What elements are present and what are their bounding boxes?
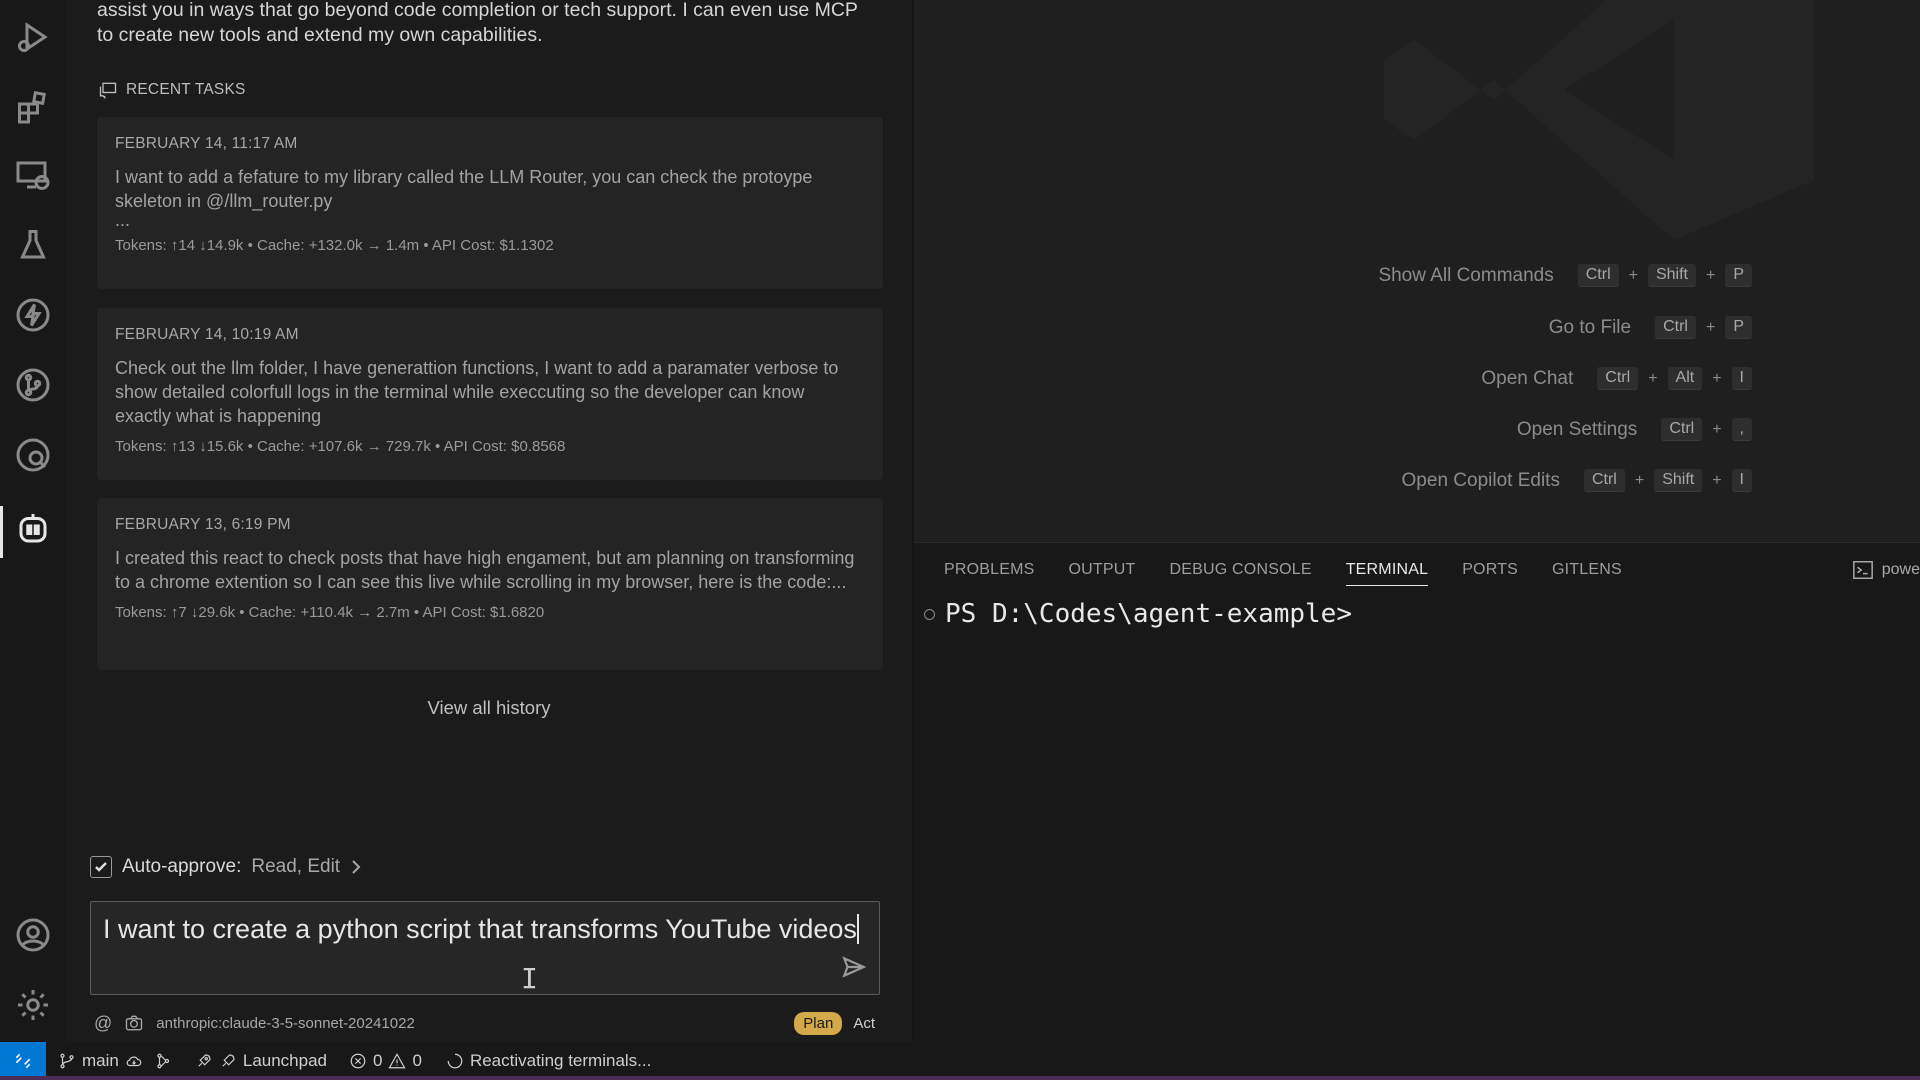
checkmark-icon xyxy=(95,862,107,872)
git-graph-icon xyxy=(157,1053,169,1069)
git-graph-button[interactable] xyxy=(155,1052,173,1070)
testing-flask-icon[interactable] xyxy=(12,224,54,266)
recent-tasks-heading: RECENT TASKS xyxy=(98,80,246,100)
terminal-prompt[interactable]: PS D:\Codes\agent-example> xyxy=(924,599,1352,629)
panel-tabs: PROBLEMS OUTPUT DEBUG CONSOLE TERMINAL P… xyxy=(944,561,1622,586)
task-text: Check out the llm folder, I have generat… xyxy=(115,358,839,426)
gitlens-inspect-icon[interactable] xyxy=(12,434,54,476)
task-text: I created this react to check posts that… xyxy=(115,548,855,592)
remote-indicator[interactable] xyxy=(0,1042,46,1080)
sync-cloud-icon[interactable] xyxy=(125,1052,143,1070)
account-icon[interactable] xyxy=(12,914,54,956)
shortcut-open-chat[interactable]: Open Chat Ctrl + Alt + I xyxy=(1481,367,1752,390)
chevron-right-icon[interactable] xyxy=(350,859,362,875)
task-meta: Tokens: ↑13 ↓15.6k • Cache: +107.6k → 72… xyxy=(115,438,566,455)
terminal-status: Reactivating terminals... xyxy=(446,1051,651,1071)
model-selector[interactable]: anthropic:claude-3-5-sonnet-20241022 xyxy=(156,1015,415,1032)
auto-approve-label: Auto-approve: xyxy=(122,856,242,877)
lightning-icon[interactable] xyxy=(12,294,54,336)
history-chat-icon xyxy=(99,82,117,100)
task-meta: Tokens: ↑7 ↓29.6k • Cache: +110.4k → 2.7… xyxy=(115,604,545,621)
terminal-panel: PROBLEMS OUTPUT DEBUG CONSOLE TERMINAL P… xyxy=(914,542,1920,1043)
task-card[interactable]: FEBRUARY 14, 10:19 AM Check out the llm … xyxy=(97,308,883,480)
task-date: FEBRUARY 13, 6:19 PM xyxy=(115,516,291,533)
launchpad-button[interactable]: Launchpad xyxy=(195,1051,327,1071)
chat-input[interactable]: I want to create a python script that tr… xyxy=(90,901,880,995)
chat-input-toolbar: @ anthropic:claude-3-5-sonnet-20241022 P… xyxy=(94,1008,884,1038)
tab-problems[interactable]: PROBLEMS xyxy=(944,561,1035,586)
tab-gitlens[interactable]: GITLENS xyxy=(1552,561,1622,586)
act-mode-button[interactable]: Act xyxy=(844,1012,884,1035)
text-cursor-icon: I xyxy=(521,962,538,995)
remote-explorer-icon[interactable] xyxy=(12,154,54,196)
settings-gear-icon[interactable] xyxy=(12,984,54,1026)
task-ellipsis: ... xyxy=(115,210,131,230)
view-all-history-link[interactable]: View all history xyxy=(66,697,912,719)
terminal-icon xyxy=(1852,561,1873,579)
intro-text: assist you in ways that go beyond code c… xyxy=(97,0,858,46)
tab-ports[interactable]: PORTS xyxy=(1462,561,1518,586)
editor-welcome: Show All Commands Ctrl + Shift + P Go to F… xyxy=(914,0,1920,542)
task-date: FEBRUARY 14, 11:17 AM xyxy=(115,135,298,152)
task-card[interactable]: FEBRUARY 14, 11:17 AM I want to add a fe… xyxy=(97,117,883,289)
task-text: I want to add a fefature to my library c… xyxy=(115,167,813,211)
auto-approve-value: Read, Edit xyxy=(251,856,341,877)
task-card[interactable]: FEBRUARY 13, 6:19 PM I created this reac… xyxy=(97,498,883,670)
shortcut-go-to-file[interactable]: Go to File Ctrl + P xyxy=(1549,316,1752,339)
tab-debug-console[interactable]: DEBUG CONSOLE xyxy=(1170,561,1312,586)
shortcut-show-all-commands[interactable]: Show All Commands Ctrl + Shift + P xyxy=(1378,264,1752,287)
tab-terminal[interactable]: TERMINAL xyxy=(1345,561,1429,586)
source-control-icon[interactable] xyxy=(12,364,54,406)
active-indicator xyxy=(0,506,3,558)
activity-bar xyxy=(0,0,66,1042)
terminal-prompt-text: PS D:\Codes\agent-example> xyxy=(945,599,1352,629)
cline-panel: assist you in ways that go beyond code c… xyxy=(66,0,912,1042)
cline-robot-icon[interactable] xyxy=(12,508,54,550)
auto-approve-checkbox[interactable] xyxy=(90,856,112,878)
plan-mode-button[interactable]: Plan xyxy=(794,1011,843,1035)
tab-output[interactable]: OUTPUT xyxy=(1069,561,1136,586)
rocket-link-icon xyxy=(222,1054,235,1067)
status-bar: main Launchpad 0 0 Reactivating terminal… xyxy=(0,1042,1920,1080)
loading-spinner-icon xyxy=(447,1053,463,1069)
camera-icon[interactable] xyxy=(124,1013,144,1033)
git-branch-icon xyxy=(60,1053,74,1069)
terminal-shell-selector[interactable]: powe xyxy=(1852,559,1920,581)
chat-input-text: I want to create a python script that tr… xyxy=(103,914,859,944)
plan-act-toggle[interactable]: Plan Act xyxy=(794,1011,884,1035)
rocket-icon xyxy=(198,1054,211,1067)
task-date: FEBRUARY 14, 10:19 AM xyxy=(115,326,299,343)
window-bottom-edge xyxy=(0,1076,1920,1080)
remote-icon xyxy=(15,1053,31,1069)
run-debug-icon[interactable] xyxy=(12,16,54,58)
branch-indicator[interactable]: main xyxy=(58,1051,143,1071)
task-meta: Tokens: ↑14 ↓14.9k • Cache: +132.0k → 1.… xyxy=(115,237,554,254)
auto-approve-toggle[interactable]: Auto-approve: Read, Edit xyxy=(90,856,362,878)
send-button[interactable] xyxy=(841,954,869,982)
warning-icon xyxy=(388,1053,406,1069)
error-icon xyxy=(350,1053,366,1069)
send-icon xyxy=(842,956,867,978)
vscode-logo-watermark xyxy=(1374,0,1834,250)
shortcut-open-settings[interactable]: Open Settings Ctrl + , xyxy=(1517,418,1752,441)
shortcut-open-copilot-edits[interactable]: Open Copilot Edits Ctrl + Shift + I xyxy=(1402,469,1752,492)
prompt-status-icon xyxy=(924,608,935,620)
mention-button[interactable]: @ xyxy=(94,1013,112,1034)
problems-indicator[interactable]: 0 0 xyxy=(349,1051,422,1071)
extensions-icon[interactable] xyxy=(12,86,54,128)
